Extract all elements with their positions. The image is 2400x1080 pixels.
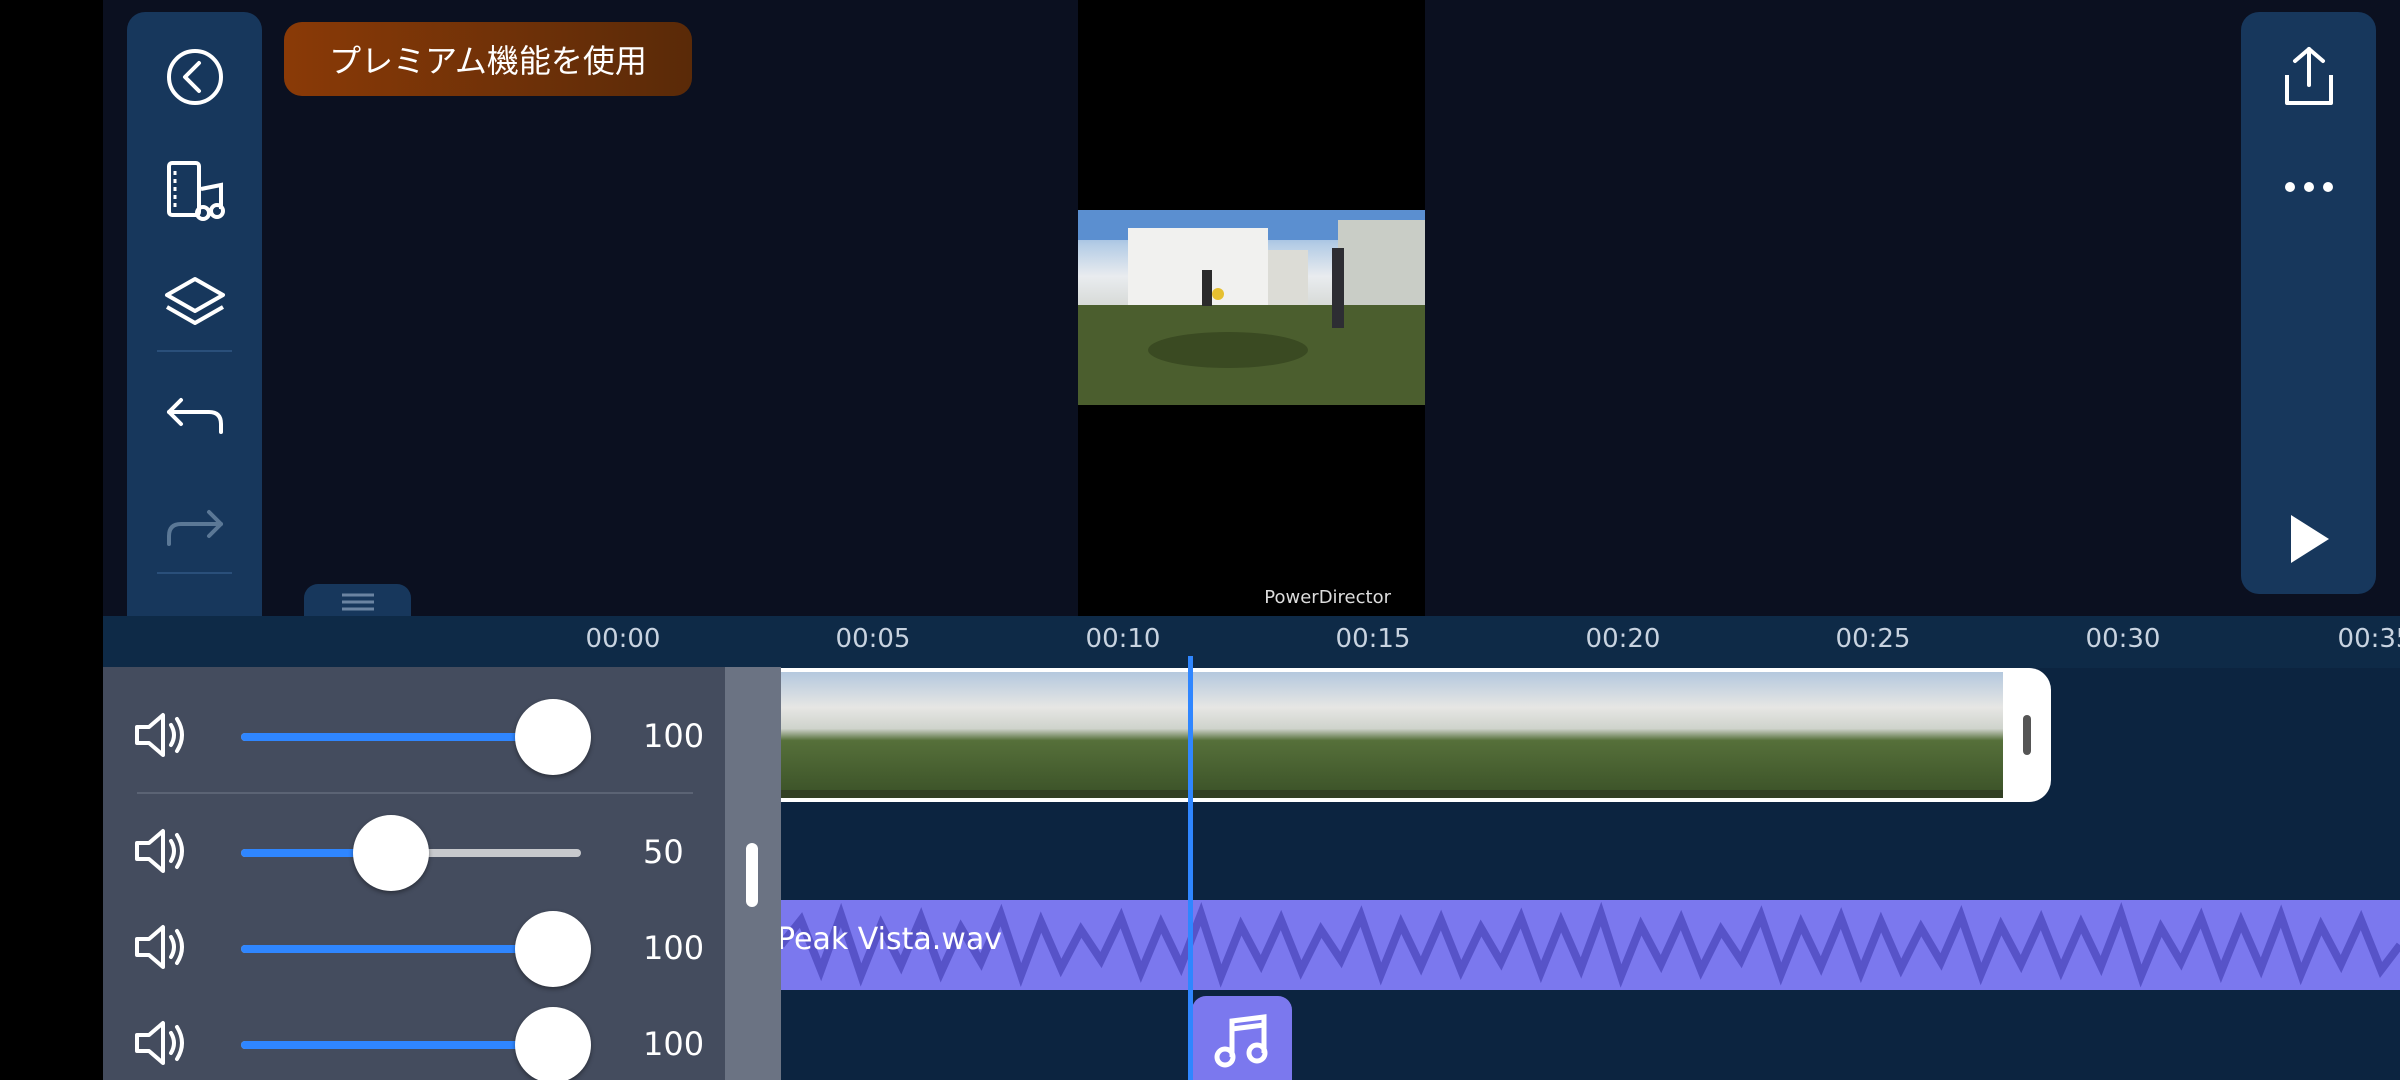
music-clip[interactable]	[1192, 996, 1292, 1080]
volume-panel: 100 50 100 100	[103, 667, 781, 1080]
volume-row: 100	[103, 901, 725, 997]
ruler-label: 00:20	[1585, 624, 1661, 654]
speaker-icon[interactable]	[133, 1019, 187, 1067]
ruler-label: 00:05	[835, 624, 911, 654]
video-clip[interactable]	[781, 668, 2013, 802]
media-library-icon	[166, 161, 225, 221]
ruler-label: 00:15	[1335, 624, 1411, 654]
clip-trim-handle[interactable]	[2003, 668, 2051, 802]
volume-value: 100	[643, 717, 705, 755]
export-button[interactable]	[2241, 32, 2376, 122]
volume-value: 100	[643, 929, 705, 967]
play-icon	[2290, 515, 2329, 563]
ruler-label: 00:00	[585, 624, 661, 654]
speaker-icon[interactable]	[133, 923, 187, 971]
preview-frame-image	[1078, 210, 1425, 405]
back-icon	[166, 49, 223, 105]
share-export-icon	[2284, 47, 2333, 105]
video-editor: プレミアム機能を使用 PowerDirector 00:00 00:05 00:…	[103, 0, 2400, 1080]
video-track	[781, 668, 2400, 802]
undo-button[interactable]	[127, 372, 262, 462]
volume-panel-scrollbar[interactable]	[725, 667, 781, 1080]
watermark: PowerDirector	[1264, 587, 1391, 608]
time-ruler[interactable]: 00:00 00:05 00:10 00:15 00:20 00:25 00:3…	[103, 616, 2400, 668]
scroll-thumb[interactable]	[746, 843, 758, 907]
more-options-icon	[2284, 182, 2333, 192]
premium-features-button[interactable]: プレミアム機能を使用	[284, 22, 692, 96]
volume-fill	[241, 945, 553, 953]
speaker-icon[interactable]	[133, 827, 187, 875]
volume-row: 100	[103, 689, 725, 785]
volume-fill	[241, 733, 553, 741]
right-toolbar	[2241, 12, 2376, 594]
back-button[interactable]	[127, 32, 262, 122]
playhead[interactable]	[1188, 656, 1193, 1080]
ruler-label: 00:10	[1085, 624, 1161, 654]
volume-row: 100	[103, 997, 725, 1080]
more-options-button[interactable]	[2241, 142, 2376, 232]
volume-slider-knob[interactable]	[515, 699, 591, 775]
ruler-label: 00:30	[2085, 624, 2161, 654]
volume-fill	[241, 1041, 553, 1049]
ruler-label: 00:25	[1835, 624, 1911, 654]
drag-handle-icon	[341, 593, 374, 611]
audio-clip-name: Peak Vista.wav	[781, 922, 1002, 957]
audio-waveform	[781, 901, 2400, 988]
volume-value: 100	[643, 1025, 705, 1063]
play-button[interactable]	[2241, 494, 2376, 584]
audio-clip[interactable]: Peak Vista.wav	[781, 900, 2400, 990]
media-library-button[interactable]	[127, 146, 262, 236]
volume-slider-knob[interactable]	[515, 911, 591, 987]
volume-row: 50	[103, 805, 725, 901]
volume-slider-knob[interactable]	[515, 1007, 591, 1080]
ruler-label: 00:35	[2337, 624, 2400, 654]
panel-drag-handle[interactable]	[304, 584, 411, 620]
volume-value: 50	[643, 833, 684, 871]
volume-slider-knob[interactable]	[353, 815, 429, 891]
layers-button[interactable]	[127, 258, 262, 348]
music-note-icon	[1214, 1014, 1268, 1068]
redo-button[interactable]	[127, 484, 262, 574]
left-toolbar	[127, 12, 262, 680]
video-preview[interactable]: PowerDirector	[1078, 0, 1425, 616]
layers-icon	[164, 277, 225, 325]
speaker-icon[interactable]	[133, 711, 187, 759]
redo-icon	[166, 510, 223, 546]
undo-icon	[166, 398, 223, 434]
